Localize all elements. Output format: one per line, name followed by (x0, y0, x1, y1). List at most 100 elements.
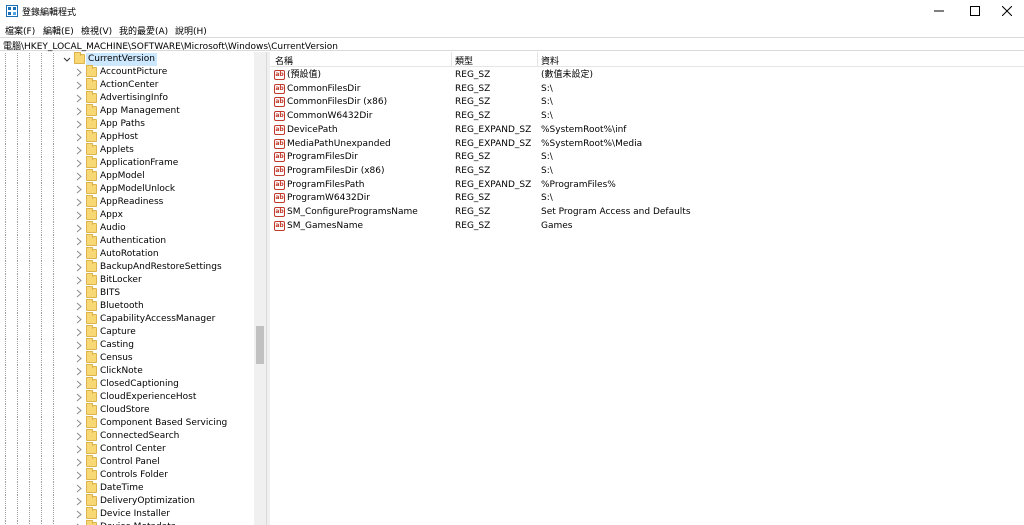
tree-item[interactable]: AppModelUnlock (0, 182, 254, 196)
tree-item[interactable]: ClosedCaptioning (0, 377, 254, 391)
value-row[interactable]: ab ProgramFilesPath REG_EXPAND_SZ %ProgramF… (270, 179, 1024, 192)
chevron-right-icon[interactable] (75, 380, 83, 389)
value-row[interactable]: ab MediaPathUnexpanded REG_EXPAND_SZ %Syste… (270, 138, 1024, 151)
tree-item[interactable]: Control Center (0, 442, 254, 456)
tree-item[interactable]: DeliveryOptimization (0, 494, 254, 508)
tree-item[interactable]: Applets (0, 143, 254, 157)
address-bar[interactable]: 電腦\HKEY_LOCAL_MACHINE\SOFTWARE\Microsoft… (0, 37, 1024, 52)
value-row[interactable]: ab CommonW6432Dir REG_SZ S:\ (270, 110, 1024, 123)
tree-item[interactable]: Control Panel (0, 455, 254, 469)
chevron-right-icon[interactable] (75, 445, 83, 454)
key-tree[interactable]: CurrentVersion AccountPicture ActionCenter… (0, 52, 266, 525)
chevron-right-icon[interactable] (75, 510, 83, 519)
chevron-right-icon[interactable] (75, 302, 83, 311)
chevron-right-icon[interactable] (75, 471, 83, 480)
values-list[interactable]: 名稱 類型 資料 ab (預設值) REG_SZ (數值未設定) ab CommonFil… (270, 52, 1024, 525)
close-button[interactable] (990, 0, 1024, 22)
value-row[interactable]: ab ProgramFilesDir (x86) REG_SZ S:\ (270, 165, 1024, 178)
tree-item[interactable]: AdvertisingInfo (0, 91, 254, 105)
chevron-right-icon[interactable] (75, 172, 83, 181)
tree-item[interactable]: BackupAndRestoreSettings (0, 260, 254, 274)
tree-item[interactable]: Authentication (0, 234, 254, 248)
menu-help[interactable]: 說明(H) (175, 24, 207, 37)
tree-item[interactable]: CapabilityAccessManager (0, 312, 254, 326)
tree-item[interactable]: Device Installer (0, 507, 254, 521)
chevron-right-icon[interactable] (75, 432, 83, 441)
tree-item[interactable]: App Paths (0, 117, 254, 131)
tree-item[interactable]: BITS (0, 286, 254, 300)
value-row[interactable]: ab SM_ConfigureProgramsName REG_SZ Set Prog… (270, 206, 1024, 219)
chevron-right-icon[interactable] (75, 367, 83, 376)
chevron-right-icon[interactable] (75, 146, 83, 155)
chevron-right-icon[interactable] (75, 250, 83, 259)
tree-item[interactable]: Audio (0, 221, 254, 235)
value-row[interactable]: ab DevicePath REG_EXPAND_SZ %SystemRoot%\in… (270, 124, 1024, 137)
tree-item[interactable]: AppModel (0, 169, 254, 183)
tree-scrollbar-thumb[interactable] (256, 326, 264, 364)
tree-item[interactable]: AccountPicture (0, 65, 254, 79)
chevron-right-icon[interactable] (75, 81, 83, 90)
chevron-right-icon[interactable] (75, 94, 83, 103)
chevron-right-icon[interactable] (75, 458, 83, 467)
chevron-right-icon[interactable] (75, 224, 83, 233)
chevron-right-icon[interactable] (75, 328, 83, 337)
column-divider[interactable] (451, 52, 452, 67)
chevron-right-icon[interactable] (75, 484, 83, 493)
tree-item[interactable]: Casting (0, 338, 254, 352)
tree-item[interactable]: Capture (0, 325, 254, 339)
chevron-right-icon[interactable] (75, 159, 83, 168)
chevron-right-icon[interactable] (75, 406, 83, 415)
value-row[interactable]: ab (預設值) REG_SZ (數值未設定) (270, 69, 1024, 82)
chevron-right-icon[interactable] (75, 354, 83, 363)
tree-item[interactable]: BitLocker (0, 273, 254, 287)
chevron-right-icon[interactable] (75, 198, 83, 207)
value-row[interactable]: ab CommonFilesDir REG_SZ S:\ (270, 83, 1024, 96)
tree-item[interactable]: AutoRotation (0, 247, 254, 261)
menu-view[interactable]: 檢視(V) (81, 24, 112, 37)
value-row[interactable]: ab CommonFilesDir (x86) REG_SZ S:\ (270, 96, 1024, 109)
chevron-right-icon[interactable] (75, 68, 83, 77)
value-row[interactable]: ab ProgramW6432Dir REG_SZ S:\ (270, 192, 1024, 205)
chevron-right-icon[interactable] (75, 276, 83, 285)
tree-item[interactable]: ApplicationFrame (0, 156, 254, 170)
tree-item-selected[interactable]: CurrentVersion (0, 52, 254, 66)
chevron-right-icon[interactable] (75, 393, 83, 402)
column-type-header[interactable]: 類型 (455, 54, 473, 67)
column-name-header[interactable]: 名稱 (275, 54, 293, 67)
tree-item[interactable]: DateTime (0, 481, 254, 495)
chevron-right-icon[interactable] (75, 341, 83, 350)
tree-item[interactable]: AppHost (0, 130, 254, 144)
chevron-right-icon[interactable] (75, 289, 83, 298)
chevron-right-icon[interactable] (75, 211, 83, 220)
column-data-header[interactable]: 資料 (541, 54, 559, 67)
tree-item[interactable]: Controls Folder (0, 468, 254, 482)
menu-favorites[interactable]: 我的最愛(A) (119, 24, 168, 37)
chevron-right-icon[interactable] (75, 185, 83, 194)
maximize-button[interactable] (958, 0, 992, 22)
minimize-button[interactable] (922, 0, 956, 22)
tree-item[interactable]: Device Metadata (0, 520, 254, 525)
chevron-down-icon[interactable] (63, 55, 71, 64)
tree-item[interactable]: CloudStore (0, 403, 254, 417)
column-divider[interactable] (537, 52, 538, 67)
tree-item[interactable]: CloudExperienceHost (0, 390, 254, 404)
tree-item[interactable]: ConnectedSearch (0, 429, 254, 443)
menu-edit[interactable]: 編輯(E) (43, 24, 74, 37)
tree-item[interactable]: AppReadiness (0, 195, 254, 209)
chevron-right-icon[interactable] (75, 315, 83, 324)
tree-item[interactable]: ClickNote (0, 364, 254, 378)
tree-item[interactable]: App Management (0, 104, 254, 118)
tree-scrollbar[interactable] (254, 52, 266, 525)
tree-item[interactable]: Census (0, 351, 254, 365)
chevron-right-icon[interactable] (75, 419, 83, 428)
tree-item[interactable]: Appx (0, 208, 254, 222)
title-bar[interactable]: 登錄編輯程式 (0, 0, 1024, 22)
menu-file[interactable]: 檔案(F) (5, 24, 35, 37)
chevron-right-icon[interactable] (75, 133, 83, 142)
chevron-right-icon[interactable] (75, 263, 83, 272)
tree-item[interactable]: ActionCenter (0, 78, 254, 92)
chevron-right-icon[interactable] (75, 120, 83, 129)
tree-item[interactable]: Component Based Servicing (0, 416, 254, 430)
chevron-right-icon[interactable] (75, 497, 83, 506)
value-row[interactable]: ab ProgramFilesDir REG_SZ S:\ (270, 151, 1024, 164)
